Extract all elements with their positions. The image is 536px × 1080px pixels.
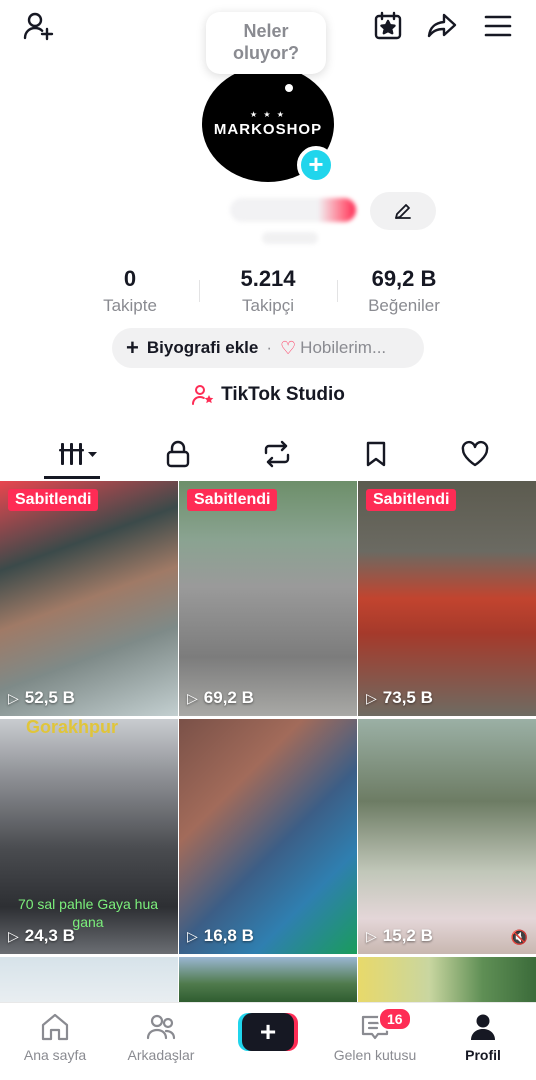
view-count: ▷ 24,3 B <box>8 926 75 945</box>
view-count: ▷ 15,2 B <box>366 926 433 945</box>
edit-profile-button[interactable] <box>370 192 436 230</box>
nav-home-label: Ana sayfa <box>23 1047 87 1063</box>
home-icon <box>41 1013 69 1041</box>
following-count: 0 <box>123 266 137 291</box>
bio-separator: · <box>266 338 273 357</box>
play-icon: ▷ <box>187 927 198 944</box>
tab-liked[interactable] <box>425 430 524 478</box>
profile-icon <box>471 1014 495 1040</box>
stat-following[interactable]: 0 Takipte <box>60 266 200 316</box>
likes-label: Beğeniler <box>368 296 440 315</box>
tab-reposts[interactable] <box>227 430 326 478</box>
stat-followers[interactable]: 5.214 Takipçi <box>198 266 338 316</box>
bookmark-icon <box>366 441 385 467</box>
video-tile[interactable]: ▷ 15,2 B 🔇 <box>358 719 536 954</box>
content-tabs <box>0 430 536 478</box>
view-count: ▷ 52,5 B <box>8 688 75 707</box>
active-tab-indicator <box>44 476 100 479</box>
video-tile[interactable] <box>358 957 536 1002</box>
video-tile[interactable]: Sabitlendi ▷ 73,5 B <box>358 481 536 716</box>
view-count: ▷ 69,2 B <box>187 688 254 707</box>
share-icon[interactable] <box>424 8 460 44</box>
likes-count: 69,2 B <box>371 266 437 291</box>
status-bubble[interactable]: Neler oluyor? <box>206 12 326 74</box>
heart-outline-icon: ♡ <box>280 337 297 358</box>
repost-icon <box>264 440 289 468</box>
avatar-brand-text: MARKOSHOP <box>213 121 323 138</box>
status-bubble-line2: oluyor? <box>233 43 299 63</box>
video-tile[interactable]: Sabitlendi ▷ 52,5 B <box>0 481 178 716</box>
video-tile[interactable]: Sabitlendi ▷ 69,2 B <box>179 481 357 716</box>
plus-icon: + <box>126 335 139 360</box>
pinned-badge: Sabitlendi <box>187 489 278 511</box>
play-icon: ▷ <box>8 689 19 706</box>
play-icon: ▷ <box>187 689 198 706</box>
tab-saved[interactable] <box>326 430 425 478</box>
video-tile[interactable]: Gorakhpur 70 sal pahle Gaya hua gana ▷ 24… <box>0 719 178 954</box>
tiktok-studio-link[interactable]: TikTok Studio <box>0 384 536 406</box>
friends-icon <box>146 1014 176 1040</box>
video-tile[interactable] <box>179 957 357 1002</box>
add-story-button[interactable]: + <box>297 146 335 184</box>
inbox-badge: 16 <box>378 1007 412 1031</box>
menu-icon[interactable] <box>480 8 516 44</box>
profile-screen: ★ ★ ★ MARKOSHOP Neler oluyor? + 0 Takipt… <box>0 0 536 1080</box>
video-tile[interactable] <box>0 957 178 1002</box>
bio-pill: + Biyografi ekle · ♡ Hobilerim... <box>112 328 424 368</box>
pinned-badge: Sabitlendi <box>366 489 457 511</box>
hobbies-button[interactable]: Hobilerim... <box>300 338 386 358</box>
play-icon: ▷ <box>366 689 377 706</box>
nav-inbox-label: Gelen kutusu <box>333 1047 417 1063</box>
tab-private[interactable] <box>128 430 227 478</box>
plus-icon: + <box>242 1013 294 1051</box>
followers-label: Takipçi <box>242 296 294 315</box>
heart-icon <box>461 440 488 467</box>
view-count: ▷ 16,8 B <box>187 926 254 945</box>
pencil-icon <box>395 204 411 219</box>
play-icon: ▷ <box>8 927 19 944</box>
person-star-icon <box>192 385 214 405</box>
nav-friends[interactable]: Arkadaşlar <box>106 1011 216 1063</box>
nav-inbox[interactable]: Gelen kutusu <box>320 1011 430 1063</box>
lock-icon <box>166 440 189 468</box>
pinned-badge: Sabitlendi <box>8 489 99 511</box>
grid-filter-icon <box>58 443 97 465</box>
bottom-navigation: Ana sayfa Arkadaşlar + Gelen kutusu 16 P <box>0 1002 536 1080</box>
status-bubble-line1: Neler <box>243 21 289 41</box>
nav-home[interactable]: Ana sayfa <box>0 1011 110 1063</box>
create-button[interactable]: + <box>238 1013 298 1051</box>
following-label: Takipte <box>103 296 157 315</box>
nav-profile-label: Profil <box>465 1047 501 1063</box>
username-blurred <box>262 232 318 244</box>
add-bio-button[interactable]: Biyografi ekle <box>147 338 259 358</box>
play-icon: ▷ <box>366 927 377 944</box>
stat-likes[interactable]: 69,2 B Beğeniler <box>334 266 474 316</box>
nav-friends-label: Arkadaşlar <box>127 1047 195 1063</box>
tiktok-studio-label: TikTok Studio <box>221 384 345 405</box>
nav-profile[interactable]: Profil <box>428 1011 536 1063</box>
add-friend-icon[interactable] <box>20 8 56 44</box>
muted-icon: 🔇 <box>510 929 528 945</box>
video-tile[interactable]: ▷ 16,8 B <box>179 719 357 954</box>
avatar-stars: ★ ★ ★ <box>250 110 286 119</box>
display-name-blurred <box>230 198 356 222</box>
tab-videos[interactable] <box>29 430 128 478</box>
calendar-star-icon[interactable] <box>370 8 406 44</box>
bubble-tail <box>285 84 293 92</box>
view-count: ▷ 73,5 B <box>366 688 433 707</box>
followers-count: 5.214 <box>240 266 296 291</box>
video-top-caption: Gorakhpur <box>26 719 119 737</box>
plus-icon: + <box>308 149 324 179</box>
